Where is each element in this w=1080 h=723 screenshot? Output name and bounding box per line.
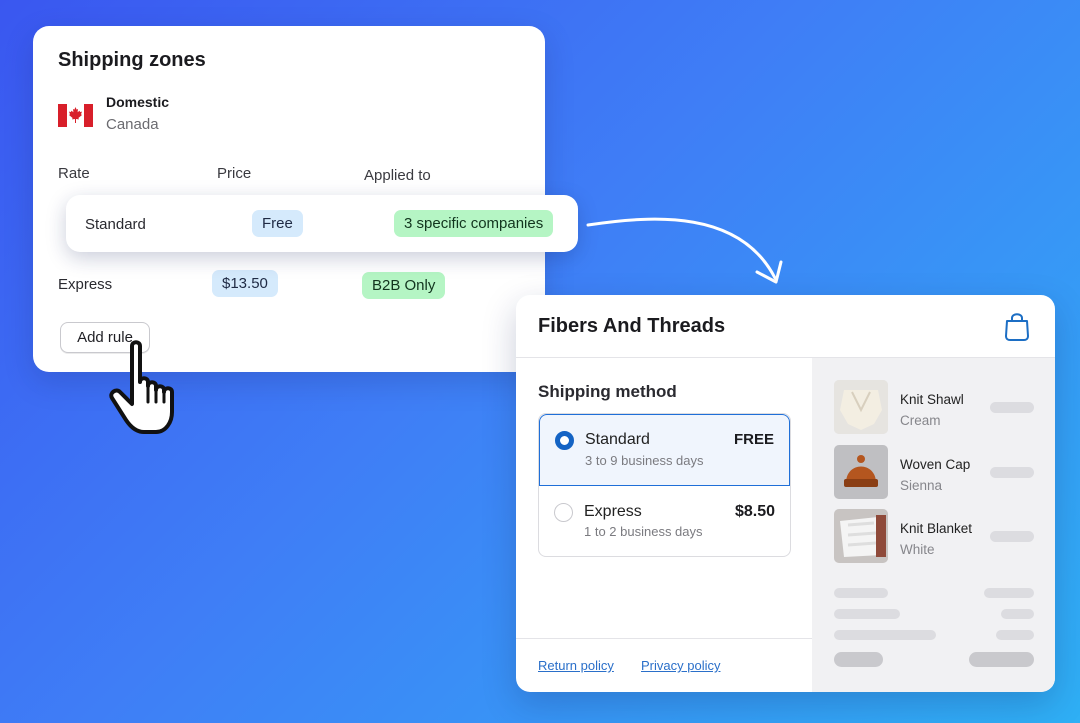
shipping-option-standard[interactable]: Standard 3 to 9 business days FREE xyxy=(539,414,790,486)
summary-placeholder-line xyxy=(984,588,1034,598)
radio-unselected[interactable] xyxy=(554,503,573,522)
shipping-zones-title: Shipping zones xyxy=(58,49,206,71)
woven-cap-image xyxy=(834,445,888,499)
item-variant: White xyxy=(900,542,935,557)
item-variant: Sienna xyxy=(900,478,943,493)
shipping-option-name: Express xyxy=(584,503,642,520)
shipping-option-price: FREE xyxy=(733,431,774,448)
summary-placeholder-line xyxy=(1001,609,1034,619)
rate-name: Standard xyxy=(85,216,146,233)
column-header-applied-to: Applied to xyxy=(364,167,431,184)
shipping-option-days: 3 to 9 business days xyxy=(585,453,704,468)
item-price-placeholder xyxy=(990,402,1034,413)
rate-applied-pill: B2B Only xyxy=(362,272,446,299)
cart-item: Knit Shawl Cream xyxy=(834,380,1044,434)
checkout-card: Fibers And Threads Shipping method Stand… xyxy=(516,295,1055,692)
total-placeholder-line xyxy=(969,652,1034,667)
shop-name: Fibers And Threads xyxy=(538,315,726,337)
item-price-placeholder xyxy=(990,467,1034,478)
summary-placeholder-line xyxy=(834,609,900,619)
privacy-policy-link[interactable]: Privacy policy xyxy=(641,658,720,673)
order-summary-pane: Knit Shawl Cream Woven Cap Sienna Knit B… xyxy=(812,358,1055,692)
summary-placeholder-line xyxy=(834,630,936,640)
summary-placeholder-line xyxy=(834,588,888,598)
zone-name: Domestic xyxy=(106,94,170,110)
shipping-option-express[interactable]: Express 1 to 2 business days $8.50 xyxy=(539,486,790,556)
item-name: Knit Shawl xyxy=(900,392,964,407)
cart-item: Knit Blanket White xyxy=(834,509,1044,563)
rate-price-pill: Free xyxy=(252,210,303,237)
column-header-price: Price xyxy=(217,165,252,182)
canada-flag-icon xyxy=(58,104,93,127)
rate-row-standard[interactable]: Standard Free 3 specific companies xyxy=(66,195,578,252)
shipping-option-name: Standard xyxy=(585,431,650,448)
knit-blanket-image xyxy=(834,509,888,563)
item-name: Knit Blanket xyxy=(900,521,973,536)
shipping-method-list: Standard 3 to 9 business days FREE Expre… xyxy=(538,413,791,557)
item-price-placeholder xyxy=(990,531,1034,542)
radio-selected[interactable] xyxy=(555,431,574,450)
column-header-rate: Rate xyxy=(58,165,90,182)
item-variant: Cream xyxy=(900,413,941,428)
total-placeholder-line xyxy=(834,652,883,667)
return-policy-link[interactable]: Return policy xyxy=(538,658,614,673)
shipping-method-title: Shipping method xyxy=(538,382,677,401)
shop-header: Fibers And Threads xyxy=(516,295,1055,358)
rate-name: Express xyxy=(58,276,113,293)
zone-country: Canada xyxy=(106,116,159,133)
rate-applied-pill: 3 specific companies xyxy=(394,210,554,237)
rate-price-pill: $13.50 xyxy=(212,270,278,297)
pointing-hand-cursor-icon xyxy=(109,340,174,434)
shipping-option-price: $8.50 xyxy=(734,503,775,520)
summary-placeholder-line xyxy=(996,630,1034,640)
policy-links: Return policy Privacy policy xyxy=(516,638,812,692)
knit-shawl-image xyxy=(834,380,888,434)
curved-arrow-icon xyxy=(586,217,783,284)
shipping-method-pane: Shipping method Standard 3 to 9 business… xyxy=(516,358,812,692)
item-name: Woven Cap xyxy=(900,457,971,472)
cart-item: Woven Cap Sienna xyxy=(834,445,1044,499)
shopping-bag-icon[interactable] xyxy=(1004,312,1030,342)
shipping-option-days: 1 to 2 business days xyxy=(584,524,703,539)
